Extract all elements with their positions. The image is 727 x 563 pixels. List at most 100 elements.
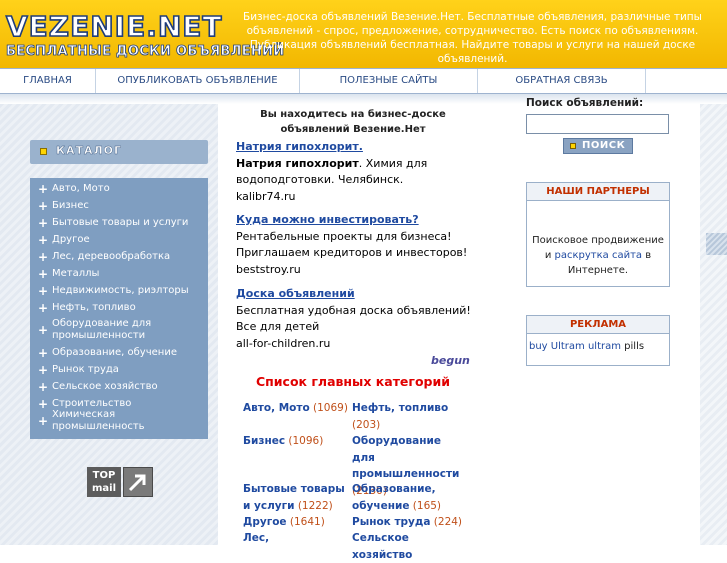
ads-link[interactable]: buy Ultram ultram (529, 341, 621, 352)
sidebar-item-label: Рынок труда (52, 363, 119, 375)
catalog-header: КАТАЛОГ (30, 140, 208, 164)
plus-icon: + (38, 413, 49, 428)
plus-icon: + (38, 345, 49, 360)
category-count: (224) (433, 516, 463, 528)
topmail-line-2: mail (91, 483, 117, 494)
plus-icon: + (38, 323, 49, 337)
plus-icon: + (38, 198, 49, 213)
bullet-icon (570, 143, 576, 149)
sidebar-item-wood[interactable]: + Лес, деревообработка (30, 248, 208, 265)
sidebar-item-oil[interactable]: + Нефть, топливо (30, 299, 208, 316)
ads-box: РЕКЛАМА buy Ultram ultram pills (526, 315, 670, 366)
ads-title: РЕКЛАМА (527, 316, 669, 334)
ad-text: Рентабельные проекты для бизнеса! Пригла… (236, 229, 468, 260)
plus-icon: + (38, 232, 49, 247)
site-description: Бизнес-доска объявлений Везение.Нет. Бес… (243, 11, 702, 65)
category-item: Авто, Мото (1069) (243, 400, 348, 417)
nav-home[interactable]: ГЛАВНАЯ (0, 69, 96, 93)
category-link[interactable]: Сельское хозяйство (352, 532, 412, 561)
plus-icon: + (38, 215, 49, 230)
sidebar-item-realty[interactable]: + Недвижимость, риэлторы (30, 282, 208, 299)
arrow-icon (123, 467, 153, 497)
sidebar-item-business[interactable]: + Бизнес (30, 197, 208, 214)
category-link[interactable]: Другое (243, 516, 287, 528)
ad-domain: all-for-children.ru (236, 336, 331, 350)
catalog-list: + Авто, Мото + Бизнес + Бытовые товары и ус… (30, 178, 208, 439)
ads-text: buy Ultram ultram pills (527, 334, 669, 354)
sidebar-item-jobs[interactable]: + Рынок труда (30, 361, 208, 378)
search-button-label: ПОИСК (582, 140, 626, 151)
right-edge-pattern (700, 104, 727, 545)
category-count: (1096) (288, 435, 324, 447)
nav-feedback[interactable]: ОБРАТНАЯ СВЯЗЬ (478, 69, 646, 93)
sidebar-item-label: Бизнес (52, 199, 89, 211)
ad-title-link[interactable]: Доска объявлений (236, 286, 476, 303)
sidebar-item-label: Металлы (52, 267, 100, 279)
category-link[interactable]: Рынок труда (352, 516, 430, 528)
sidebar-item-chemical[interactable]: + Химическая промышленность (30, 409, 208, 432)
topmail-counter[interactable]: TOP mail (87, 467, 153, 497)
sidebar-item-label: Образование, обучение (52, 346, 177, 358)
search-button[interactable]: ПОИСК (563, 138, 633, 154)
ad-block: Натрия гипохлорит. Натрия гипохлорит. Хи… (236, 139, 476, 205)
plus-icon: + (38, 249, 49, 264)
sidebar-item-label: Сельское хозяйство (52, 380, 158, 392)
category-item: Бытовые товары и услуги (1222) (243, 481, 351, 514)
partners-text: Поисковое продвижение и раскрутка сайта … (527, 201, 669, 278)
ad-domain: beststroy.ru (236, 262, 301, 276)
ad-domain: kalibr74.ru (236, 189, 296, 203)
category-link[interactable]: Нефть, топливо (352, 402, 448, 414)
sidebar-item-label: Авто, Мото (52, 182, 110, 194)
category-count: (203) (352, 418, 381, 431)
catalog-title: КАТАЛОГ (56, 144, 123, 157)
ad-title-link[interactable]: Натрия гипохлорит. (236, 139, 476, 156)
topmail-logo: TOP mail (87, 467, 121, 497)
category-link[interactable]: Оборудование для промышленности (352, 435, 459, 480)
sidebar-item-metals[interactable]: + Металлы (30, 265, 208, 282)
plus-icon: + (38, 396, 49, 411)
location-text: Вы находитесь на бизнес-доске объявлений… (260, 109, 446, 135)
category-item: Рынок труда (224) (352, 514, 467, 531)
site-header: VEZENIE.NET БЕСПЛАТНЫЕ ДОСКИ ОБЪЯВЛЕНИЙ … (0, 0, 727, 68)
sidebar-item-label: Другое (52, 233, 90, 245)
category-count: (165) (412, 499, 442, 512)
sidebar-item-label: Бытовые товары и услуги (52, 216, 189, 228)
search-input[interactable] (526, 114, 669, 134)
sidebar-item-other[interactable]: + Другое (30, 231, 208, 248)
ad-title-link[interactable]: Куда можно инвестировать? (236, 212, 476, 229)
plus-icon: + (38, 283, 49, 298)
sidebar-item-label: Химическая промышленность (52, 408, 145, 432)
ads-text-suffix: pills (620, 341, 645, 352)
site-logo[interactable]: VEZENIE.NET (5, 11, 223, 43)
sidebar-item-auto[interactable]: + Авто, Мото (30, 180, 208, 197)
category-item: Бизнес (1096) (243, 433, 348, 450)
category-link[interactable]: Авто, Мото (243, 402, 310, 414)
nav-useful-sites[interactable]: ПОЛЕЗНЫЕ САЙТЫ (300, 69, 478, 93)
sidebar-item-education[interactable]: + Образование, обучение (30, 344, 208, 361)
bullet-icon (40, 148, 47, 155)
category-item: Сельское хозяйство (352, 530, 472, 563)
category-count: (1641) (289, 516, 325, 528)
sidebar-item-label: Оборудование для промышленности (52, 318, 152, 341)
category-link[interactable]: Бизнес (243, 435, 285, 447)
sidebar-item-label: Нефть, топливо (52, 301, 136, 313)
nav-publish-ad[interactable]: ОПУБЛИКОВАТЬ ОБЪЯВЛЕНИЕ (96, 69, 300, 93)
partners-link[interactable]: раскрутка сайта (555, 250, 643, 261)
plus-icon: + (38, 266, 49, 281)
category-item: Лес, (243, 530, 348, 547)
categories-title: Список главных категорий (255, 374, 450, 389)
search-label: Поиск объявлений: (526, 97, 644, 109)
begun-label[interactable]: begun (431, 354, 470, 367)
ad-block: Доска объявлений Бесплатная удобная доск… (236, 286, 476, 352)
sidebar-item-equipment[interactable]: + Оборудование для промышленности (30, 316, 208, 344)
category-count: (1222) (297, 499, 333, 512)
topmail-line-1: TOP (92, 470, 116, 481)
sidebar-item-label: Недвижимость, риэлторы (52, 284, 189, 296)
sidebar-item-household[interactable]: + Бытовые товары и услуги (30, 214, 208, 231)
ad-text: Бесплатная удобная доска объявлений! Все… (236, 303, 471, 334)
partners-box: НАШИ ПАРТНЕРЫ Поисковое продвижение и ра… (526, 182, 670, 287)
ad-body: Натрия гипохлорит. Химия для водоподгото… (236, 156, 476, 189)
sidebar-item-agriculture[interactable]: + Сельское хозяйство (30, 378, 208, 395)
category-link[interactable]: Лес, (243, 532, 269, 544)
right-edge-stripe (706, 233, 727, 255)
